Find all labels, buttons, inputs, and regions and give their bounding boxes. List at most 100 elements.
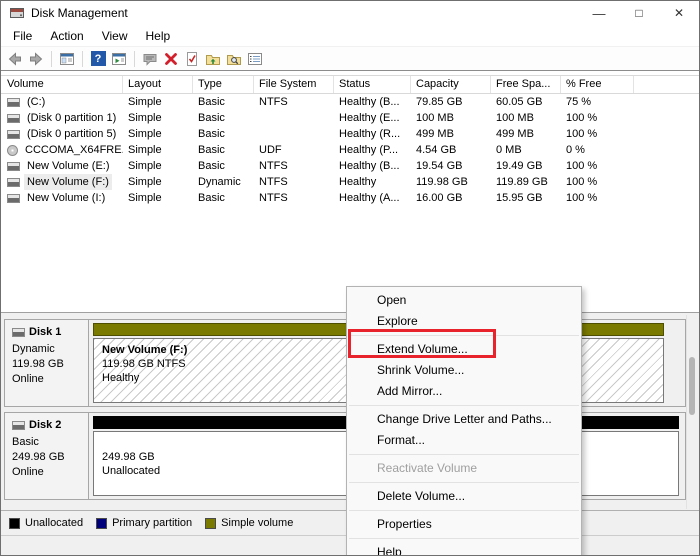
column-header[interactable]: Type bbox=[193, 76, 254, 93]
volume-capacity: 79.85 GB bbox=[411, 94, 491, 110]
volume-free-space: 15.95 GB bbox=[491, 190, 561, 206]
disk-name: Disk 2 bbox=[29, 418, 61, 433]
legend-item: Primary partition bbox=[96, 517, 192, 529]
check-document-icon[interactable] bbox=[183, 50, 201, 68]
disk-label-panel[interactable]: Disk 1 Dynamic 119.98 GB Online bbox=[5, 320, 89, 406]
volume-type: Basic bbox=[193, 158, 254, 174]
column-header[interactable]: Status bbox=[334, 76, 411, 93]
volume-row[interactable]: New Volume (F:) Simple Dynamic NTFS Heal… bbox=[1, 174, 699, 190]
volume-layout: Simple bbox=[123, 110, 193, 126]
volume-capacity: 4.54 GB bbox=[411, 142, 491, 158]
maximize-button[interactable]: □ bbox=[619, 1, 659, 25]
forward-icon[interactable] bbox=[27, 50, 45, 68]
volume-name: New Volume (F:) bbox=[24, 174, 112, 190]
context-menu-item[interactable]: Properties bbox=[347, 514, 581, 535]
context-menu-item[interactable]: Open bbox=[347, 290, 581, 311]
context-menu-item[interactable] bbox=[347, 507, 581, 514]
volume-pct-free: 100 % bbox=[561, 190, 634, 206]
volume-free-space: 100 MB bbox=[491, 110, 561, 126]
menubar-item[interactable]: View bbox=[93, 29, 137, 43]
volume-row[interactable]: (Disk 0 partition 5) Simple Basic Health… bbox=[1, 126, 699, 142]
context-menu: Open Explore Extend Volume... Shrink Vol… bbox=[346, 286, 582, 556]
volume-status: Healthy (R... bbox=[334, 126, 411, 142]
volume-disk-icon bbox=[7, 162, 20, 171]
column-header[interactable]: Capacity bbox=[411, 76, 491, 93]
volume-disk-icon bbox=[7, 145, 18, 156]
context-menu-item[interactable]: Change Drive Letter and Paths... bbox=[347, 409, 581, 430]
context-menu-item-label: Help bbox=[377, 545, 402, 556]
volume-disk-icon bbox=[7, 98, 20, 107]
context-menu-item[interactable]: Extend Volume... bbox=[347, 339, 581, 360]
disk-icon bbox=[12, 328, 25, 337]
legend-label: Primary partition bbox=[112, 517, 192, 529]
volume-name: (Disk 0 partition 1) bbox=[24, 110, 119, 126]
context-menu-item[interactable]: Add Mirror... bbox=[347, 381, 581, 402]
context-menu-item[interactable]: Delete Volume... bbox=[347, 486, 581, 507]
folder-find-icon[interactable] bbox=[225, 50, 243, 68]
volume-layout: Simple bbox=[123, 142, 193, 158]
volume-free-space: 60.05 GB bbox=[491, 94, 561, 110]
volume-list-pane: Volume Layout Type File System Status Ca… bbox=[1, 75, 699, 312]
context-menu-item[interactable]: Explore bbox=[347, 311, 581, 332]
column-header[interactable]: % Free bbox=[561, 76, 634, 93]
column-header[interactable]: File System bbox=[254, 76, 334, 93]
volume-row[interactable]: CCCOMA_X64FRE... Simple Basic UDF Health… bbox=[1, 142, 699, 158]
legend-item: Simple volume bbox=[205, 517, 293, 529]
disk-label-panel[interactable]: Disk 2 Basic 249.98 GB Online bbox=[5, 413, 89, 499]
volume-pct-free: 100 % bbox=[561, 174, 634, 190]
context-menu-item-label: Delete Volume... bbox=[377, 489, 465, 503]
minimize-button[interactable]: — bbox=[579, 1, 619, 25]
context-menu-item[interactable]: Help bbox=[347, 542, 581, 556]
volume-row[interactable]: New Volume (E:) Simple Basic NTFS Health… bbox=[1, 158, 699, 174]
volume-filesystem: NTFS bbox=[254, 174, 334, 190]
show-console-tree-icon[interactable] bbox=[58, 50, 76, 68]
column-header[interactable]: Free Spa... bbox=[491, 76, 561, 93]
menubar-item[interactable]: Help bbox=[137, 29, 180, 43]
context-menu-item[interactable] bbox=[347, 451, 581, 458]
disk-icon bbox=[12, 421, 25, 430]
help-icon[interactable]: ? bbox=[89, 50, 107, 68]
close-button[interactable]: ✕ bbox=[659, 1, 699, 25]
delete-volume-icon[interactable] bbox=[162, 50, 180, 68]
volume-layout: Simple bbox=[123, 174, 193, 190]
show-action-pane-icon[interactable] bbox=[110, 50, 128, 68]
toolbar-separator bbox=[82, 51, 83, 67]
toolbar: ? bbox=[1, 47, 699, 71]
context-menu-item-label: Explore bbox=[377, 314, 418, 328]
context-menu-item[interactable]: Reactivate Volume bbox=[347, 458, 581, 479]
screen-tip-icon[interactable] bbox=[141, 50, 159, 68]
volume-name: (Disk 0 partition 5) bbox=[24, 126, 119, 142]
volume-status: Healthy (P... bbox=[334, 142, 411, 158]
volume-layout: Simple bbox=[123, 190, 193, 206]
volume-row[interactable]: (C:) Simple Basic NTFS Healthy (B... 79.… bbox=[1, 94, 699, 110]
volume-row[interactable]: New Volume (I:) Simple Basic NTFS Health… bbox=[1, 190, 699, 206]
volume-row[interactable]: (Disk 0 partition 1) Simple Basic Health… bbox=[1, 110, 699, 126]
column-header[interactable]: Volume bbox=[1, 76, 123, 93]
context-menu-item[interactable] bbox=[347, 479, 581, 486]
volume-name: New Volume (E:) bbox=[24, 158, 113, 174]
volume-free-space: 0 MB bbox=[491, 142, 561, 158]
volume-layout: Simple bbox=[123, 126, 193, 142]
context-menu-item[interactable]: Shrink Volume... bbox=[347, 360, 581, 381]
context-menu-item[interactable] bbox=[347, 535, 581, 542]
context-menu-item-label: Properties bbox=[377, 517, 432, 531]
volume-layout: Simple bbox=[123, 94, 193, 110]
volume-name: New Volume (I:) bbox=[24, 190, 108, 206]
legend-label: Simple volume bbox=[221, 517, 293, 529]
title-bar: Disk Management — □ ✕ bbox=[1, 1, 699, 25]
back-icon[interactable] bbox=[6, 50, 24, 68]
context-menu-item[interactable] bbox=[347, 402, 581, 409]
column-header[interactable]: Layout bbox=[123, 76, 193, 93]
menubar-item[interactable]: Action bbox=[41, 29, 92, 43]
context-menu-item[interactable]: Format... bbox=[347, 430, 581, 451]
folder-up-icon[interactable] bbox=[204, 50, 222, 68]
volume-type: Basic bbox=[193, 126, 254, 142]
volume-status: Healthy (A... bbox=[334, 190, 411, 206]
volume-capacity: 100 MB bbox=[411, 110, 491, 126]
context-menu-item[interactable] bbox=[347, 332, 581, 339]
scrollbar-thumb[interactable] bbox=[689, 357, 695, 415]
properties-icon[interactable] bbox=[246, 50, 264, 68]
menubar-item[interactable]: File bbox=[4, 29, 41, 43]
vertical-scrollbar[interactable] bbox=[686, 315, 697, 509]
volume-type: Basic bbox=[193, 190, 254, 206]
